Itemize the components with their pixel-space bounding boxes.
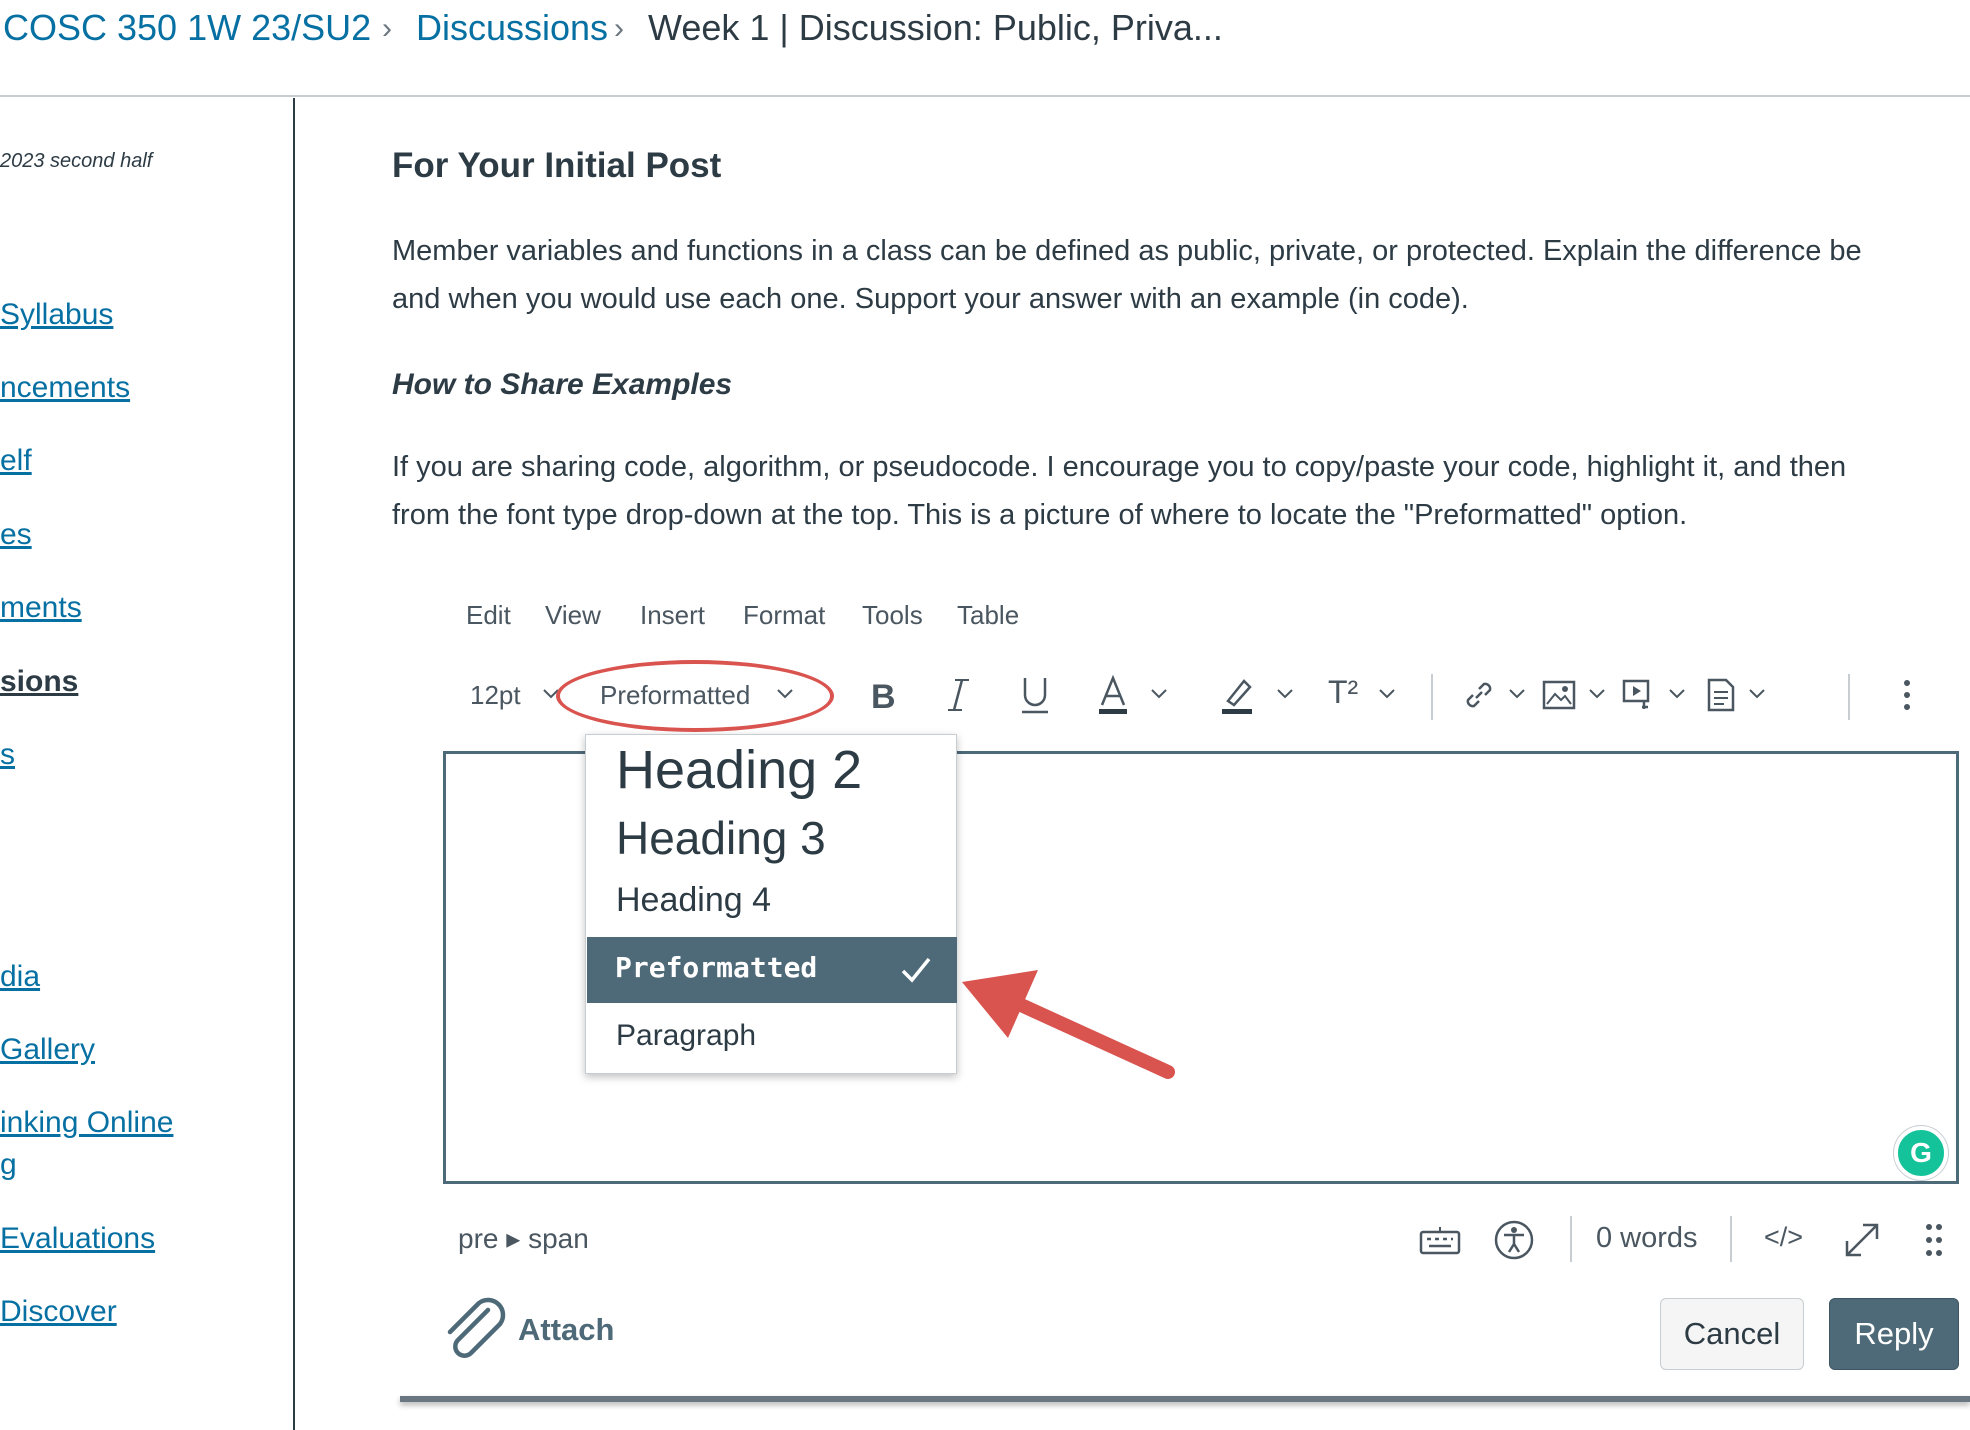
breadcrumb: COSC 350 1W 23/SU2 › Discussions › Week …: [0, 0, 1970, 97]
chevron-down-icon: [1669, 689, 1685, 699]
checkmark-icon: [901, 957, 931, 983]
font-size-select[interactable]: 12pt: [470, 680, 521, 711]
prompt-paragraph-line-2: and when you would use each one. Support…: [392, 283, 1469, 315]
dropdown-option-heading-3[interactable]: Heading 3: [616, 811, 826, 865]
sidebar-item-discussions[interactable]: sions: [0, 665, 78, 699]
sidebar-item-self[interactable]: elf: [0, 444, 32, 478]
superscript-icon[interactable]: T²: [1328, 674, 1358, 711]
chevron-down-icon: [1589, 689, 1605, 699]
menu-tools[interactable]: Tools: [862, 600, 923, 631]
accessibility-checker-icon[interactable]: [1490, 1216, 1538, 1264]
term-label: 2023 second half: [0, 150, 153, 172]
sidebar-item-announcements[interactable]: ncements: [0, 371, 130, 405]
text-color-icon[interactable]: [1086, 668, 1140, 722]
fullscreen-icon[interactable]: [1838, 1216, 1886, 1264]
share-paragraph-line-1: If you are sharing code, algorithm, or p…: [392, 451, 1847, 483]
attach-button[interactable]: Attach: [436, 1296, 656, 1366]
breadcrumb-course-link[interactable]: COSC 350 1W 23/SU2: [3, 8, 371, 48]
menu-view[interactable]: View: [545, 600, 601, 631]
toolbar-divider: [1431, 674, 1433, 720]
grammarly-icon[interactable]: G: [1894, 1126, 1948, 1180]
document-icon[interactable]: [1694, 668, 1748, 722]
sidebar-item-modules[interactable]: es: [0, 518, 32, 552]
share-examples-heading: How to Share Examples: [392, 368, 733, 401]
underline-icon[interactable]: [1008, 668, 1062, 722]
toolbar-divider: [1848, 674, 1850, 720]
reply-button[interactable]: Reply: [1829, 1298, 1959, 1370]
chevron-down-icon: [1277, 689, 1293, 699]
chevron-right-icon: ›: [382, 12, 392, 45]
menu-table[interactable]: Table: [957, 600, 1019, 631]
share-paragraph-line-2: from the font type drop-down at the top.…: [392, 499, 1688, 531]
cancel-button[interactable]: Cancel: [1660, 1298, 1804, 1370]
chevron-down-icon: [1509, 689, 1525, 699]
annotation-arrow-icon: [962, 970, 1175, 1079]
menu-edit[interactable]: Edit: [466, 600, 511, 631]
sidebar-item-thinking-online[interactable]: inking Online: [0, 1106, 173, 1140]
menu-format[interactable]: Format: [743, 600, 825, 631]
sidebar-item-syllabus[interactable]: Syllabus: [0, 298, 113, 332]
chevron-down-icon: [1379, 689, 1395, 699]
breadcrumb-discussions-link[interactable]: Discussions: [416, 8, 608, 48]
section-heading: For Your Initial Post: [392, 146, 722, 185]
svg-text:B: B: [871, 678, 896, 712]
editor-statusbar: pre ▸ span 0 words </>: [440, 1214, 1960, 1264]
html-editor-toggle[interactable]: </>: [1764, 1222, 1803, 1253]
element-path: pre ▸ span: [458, 1223, 589, 1254]
sidebar-item-gallery[interactable]: Gallery: [0, 1033, 95, 1067]
dropdown-option-preformatted[interactable]: Preformatted: [587, 937, 957, 1003]
breadcrumb-current: Week 1 | Discussion: Public, Priva...: [648, 7, 1223, 48]
italic-icon[interactable]: [932, 668, 986, 722]
image-icon[interactable]: [1532, 668, 1586, 722]
dropdown-option-paragraph[interactable]: Paragraph: [616, 1019, 756, 1053]
sidebar-item-media[interactable]: dia: [0, 960, 40, 994]
sidebar-item-thinking-online-cont[interactable]: g: [0, 1148, 17, 1182]
paperclip-icon: [447, 1297, 506, 1358]
statusbar-divider: [1570, 1216, 1572, 1262]
media-icon[interactable]: [1612, 668, 1666, 722]
chevron-right-icon: ›: [614, 12, 624, 45]
bold-icon[interactable]: B: [856, 668, 910, 722]
sidebar-item-grades[interactable]: s: [0, 738, 15, 772]
word-count[interactable]: 0 words: [1596, 1222, 1698, 1255]
sidebar-item-evaluations[interactable]: Evaluations: [0, 1222, 155, 1256]
dropdown-option-label: Preformatted: [615, 951, 818, 984]
highlight-color-icon[interactable]: [1210, 668, 1264, 722]
prompt-paragraph-line-1: Member variables and functions in a clas…: [392, 235, 1862, 267]
more-options-icon[interactable]: [1880, 668, 1934, 722]
sidebar-item-discover[interactable]: Discover: [0, 1295, 117, 1329]
annotation-circle: [556, 660, 834, 732]
chevron-down-icon: [1749, 689, 1765, 699]
block-format-dropdown: Heading 2 Heading 3 Heading 4 Preformatt…: [585, 734, 957, 1074]
dropdown-option-heading-2[interactable]: Heading 2: [616, 739, 862, 801]
statusbar-divider: [1730, 1216, 1732, 1262]
attach-label: Attach: [518, 1312, 615, 1347]
dropdown-option-heading-4[interactable]: Heading 4: [616, 881, 771, 920]
link-icon[interactable]: [1452, 668, 1506, 722]
sidebar-item-assignments[interactable]: ments: [0, 591, 82, 625]
keyboard-shortcuts-icon[interactable]: [1416, 1216, 1464, 1264]
image-bottom-border: [400, 1396, 1970, 1402]
chevron-down-icon: [1151, 689, 1167, 699]
menu-insert[interactable]: Insert: [640, 600, 705, 631]
resize-handle-icon[interactable]: [1910, 1216, 1958, 1264]
